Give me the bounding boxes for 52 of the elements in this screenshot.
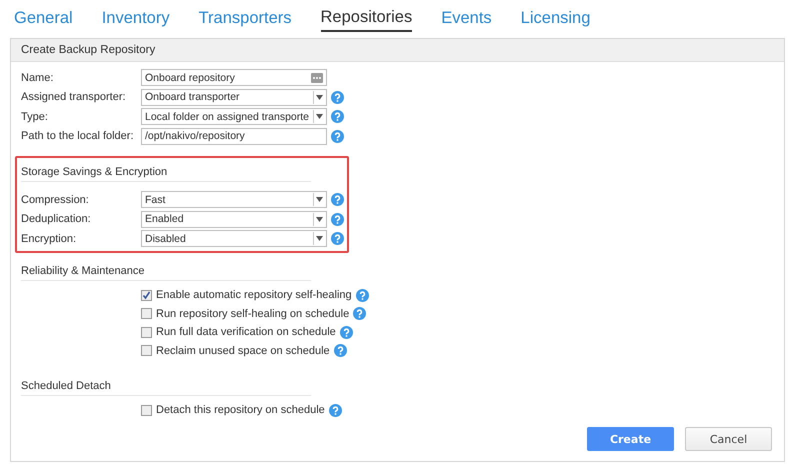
input-field[interactable]: /opt/nakivo/repository xyxy=(141,128,327,145)
caret-icon xyxy=(313,193,325,206)
help-icon[interactable] xyxy=(328,404,342,417)
section-title: Scheduled Detach xyxy=(21,380,111,392)
input-field[interactable]: Onboard repository xyxy=(141,69,327,86)
dropdown[interactable]: Local folder on assigned transporte xyxy=(141,108,327,126)
nav-tab[interactable]: General xyxy=(14,6,73,32)
nav-tab[interactable]: Licensing xyxy=(520,6,590,32)
checkbox-label: Enable automatic repository self-healing xyxy=(156,289,352,302)
checkbox[interactable] xyxy=(141,290,152,301)
field-label: Type: xyxy=(21,110,49,123)
checkbox-label: Reclaim unused space on schedule xyxy=(156,344,330,357)
field-label: Deduplication: xyxy=(21,213,92,226)
help-icon[interactable] xyxy=(356,288,369,302)
help-icon[interactable] xyxy=(331,212,344,226)
field-label: Encryption: xyxy=(21,232,78,245)
dropdown[interactable]: Onboard transporter xyxy=(141,88,327,106)
help-icon[interactable] xyxy=(340,326,353,339)
help-icon[interactable] xyxy=(331,193,344,206)
help-icon[interactable] xyxy=(331,110,344,124)
help-icon[interactable] xyxy=(331,90,344,104)
caret-icon xyxy=(313,110,325,124)
field-label: Path to the local folder: xyxy=(21,130,135,142)
field-label: Compression: xyxy=(21,194,90,206)
section-title: Reliability & Maintenance xyxy=(21,264,145,276)
checkbox-label: Detach this repository on schedule xyxy=(156,404,325,416)
dropdown[interactable]: Disabled xyxy=(141,230,327,248)
help-icon[interactable] xyxy=(331,130,344,143)
caret-icon xyxy=(313,90,325,104)
checkbox-label: Run repository self-healing on schedule xyxy=(156,308,350,320)
dropdown[interactable]: Enabled xyxy=(141,210,327,228)
cancel-button[interactable]: Cancel xyxy=(685,427,772,451)
checkbox[interactable] xyxy=(141,308,152,320)
caret-icon xyxy=(313,232,325,246)
nav-tab[interactable]: Repositories xyxy=(320,6,412,32)
dropdown[interactable]: Fast xyxy=(141,191,327,208)
field-label: Assigned transporter: xyxy=(21,91,127,104)
field-label: Name: xyxy=(21,72,54,84)
help-icon[interactable] xyxy=(331,232,344,246)
nav-tab[interactable]: Transporters xyxy=(198,6,292,32)
checkbox-label: Run full data verification on schedule xyxy=(156,326,336,338)
section-title: Storage Savings & Encryption xyxy=(21,166,168,178)
panel-title: Create Backup Repository xyxy=(11,39,784,62)
checkbox[interactable] xyxy=(141,345,152,356)
nav-tab[interactable]: Events xyxy=(441,6,492,32)
help-icon[interactable] xyxy=(353,307,366,320)
help-icon[interactable] xyxy=(334,344,347,358)
more-icon xyxy=(311,72,323,83)
caret-icon xyxy=(313,212,325,226)
checkbox[interactable] xyxy=(141,404,152,416)
nav-tab[interactable]: Inventory xyxy=(102,6,170,32)
checkbox[interactable] xyxy=(141,326,152,338)
